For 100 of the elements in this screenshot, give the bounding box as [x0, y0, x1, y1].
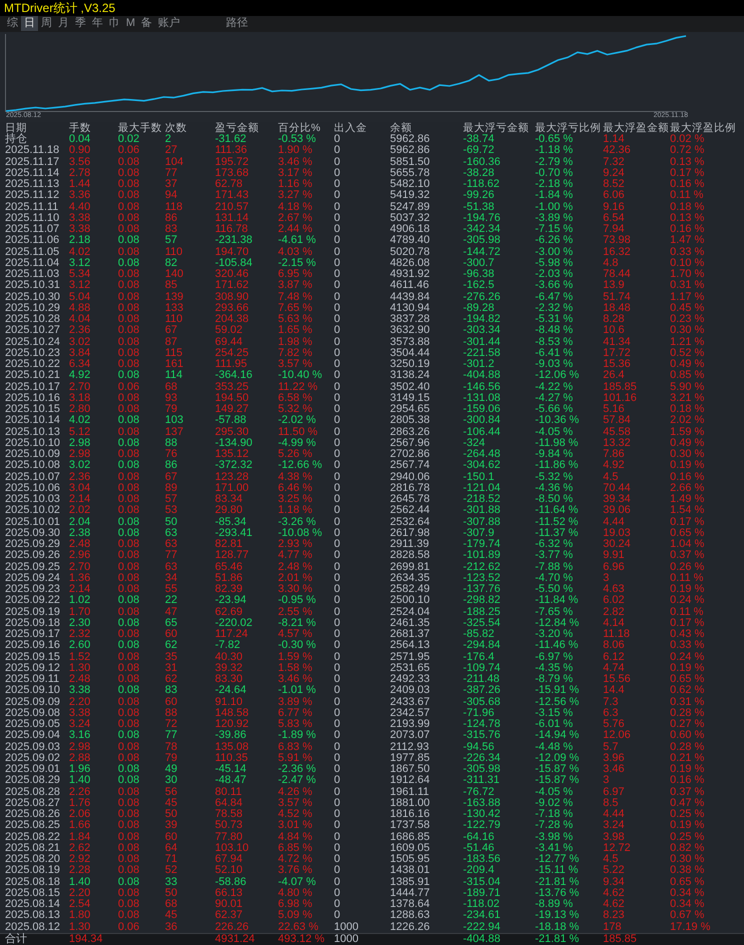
table-cell-text: 2025.09.15 [5, 652, 62, 663]
table-cell-text: 0.25 % [670, 832, 706, 843]
table-cell-text: 0 [334, 550, 342, 562]
tab[interactable]: 路径 [223, 16, 252, 32]
table-cell-text: 2025.08.12 [5, 922, 62, 933]
table-cell-text: 5.16 [603, 404, 626, 415]
table-cell-text: 6.54 [603, 212, 626, 224]
tab[interactable]: 账户 [155, 16, 184, 32]
table-cell-text: 0.13 % [670, 212, 706, 224]
table-cell-text: 2954.65 [390, 404, 431, 415]
table-cell-text: 2025.10.15 [5, 404, 62, 415]
table-cell-text: 79 [165, 752, 178, 764]
table-cell-text: 1385.91 [390, 876, 431, 888]
table-cell-text: 2.98 [69, 449, 92, 460]
table-cell-text: 0 [334, 449, 342, 460]
table-cell-text: 1686.85 [390, 832, 431, 843]
table-cell-text: 0.19 % [670, 764, 706, 775]
table-cell-text: 0.08 [118, 618, 140, 629]
table-cell-text: -3.15 % [535, 708, 574, 719]
table-cell-text: 2025.09.10 [5, 685, 62, 696]
table-cell-text: 3138.24 [390, 370, 431, 382]
table-cell-text: -163.88 [463, 798, 502, 809]
table-cell-text: 22 [165, 595, 178, 606]
table-cell-text: 226.26 [215, 922, 250, 933]
tab[interactable]: 周 [38, 16, 55, 32]
table-cell-text: 4.62 [603, 888, 626, 899]
table-cell-text: 0 [334, 539, 342, 550]
table-cell-text: 0.08 [118, 572, 140, 584]
table-cell-text: 12.72 [603, 842, 632, 854]
table-cell-text: -301.2 [463, 359, 496, 370]
table-cell-text: -325.54 [463, 618, 502, 629]
table-cell-text: -209.4 [463, 865, 496, 876]
table-cell-text: 31 [165, 662, 178, 674]
tab[interactable]: 备 [138, 16, 156, 32]
tab[interactable]: 综 [4, 16, 21, 32]
table-cell-text: -294.84 [463, 640, 502, 652]
table-cell-text: 71 [165, 854, 178, 865]
table-cell-text: 0.65 % [670, 876, 706, 888]
column-header: 最大手数 [118, 122, 163, 134]
table-cell-text: 2025.08.29 [5, 775, 62, 786]
table-cell-text: -194.82 [463, 314, 502, 325]
tab[interactable]: 年 [89, 16, 106, 32]
table-cell-text: 171.00 [215, 482, 250, 494]
table-cell-text: 0.67 % [670, 910, 706, 922]
table-cell-text: 493.12 % [278, 934, 326, 945]
table-cell-text: 1867.50 [390, 764, 431, 775]
table-cell-text: 194.34 [69, 934, 104, 945]
table-cell-text: 1.40 [69, 775, 92, 786]
table-cell-text: 2025.10.16 [5, 392, 62, 404]
table-cell-text: -12.09 % [535, 752, 580, 764]
table-cell-text: 0 [334, 269, 342, 280]
table-cell-text: 0.08 [118, 775, 140, 786]
table-cell-text: 2500.10 [390, 595, 431, 606]
table-cell-text: 94 [165, 190, 178, 202]
table-cell-text: 3.25 % [278, 494, 314, 505]
tab[interactable]: 月 [55, 16, 72, 32]
table-cell-text: -2.79 % [535, 156, 574, 168]
table-cell-text: 3502.40 [390, 382, 431, 393]
table-cell-text: 1912.64 [390, 775, 431, 786]
table-cell-text: 0.08 [118, 348, 140, 359]
table-cell-text: 11.50 % [278, 426, 319, 438]
table-cell-text: 4.88 [69, 302, 92, 314]
table-cell-text: 117.24 [215, 629, 249, 640]
table-cell-text: 39.32 [215, 662, 244, 674]
table-cell-text: -8.53 % [535, 336, 574, 348]
table-cell-text: 194.70 [215, 246, 250, 258]
table-cell-text: 1.16 % [278, 179, 314, 190]
tab[interactable]: 季 [72, 16, 89, 32]
table-cell-text: 5.32 % [278, 404, 314, 415]
tab[interactable]: 巾 [106, 16, 123, 32]
table-cell-text: 26.4 [603, 370, 626, 382]
table-cell-text: 2025.10.27 [5, 325, 62, 336]
table-cell-text: 29.80 [215, 505, 244, 516]
table-cell-text: 52.10 [215, 865, 244, 876]
table-cell-text: 0 [334, 516, 342, 528]
table-cell-text: -123.52 [463, 572, 502, 584]
table-cell-text: 8.06 [603, 640, 626, 652]
table-cell-text: 0.27 % [670, 719, 706, 730]
table-cell-text: 4.52 % [278, 809, 314, 820]
table-cell-text: 0 [334, 562, 342, 573]
table-cell-text: 3.38 [69, 212, 92, 224]
table-cell-text: 1.58 % [278, 662, 314, 674]
table-cell-text: -18.18 % [535, 922, 580, 933]
table-cell-text: 3.24 [603, 820, 626, 832]
table-cell-text: 2492.33 [390, 674, 431, 685]
tab[interactable]: M [123, 16, 138, 32]
table-cell-text: 18.48 [603, 302, 632, 314]
table-cell-text: 6.06 [603, 190, 626, 202]
table-cell-text: 2025.10.10 [5, 438, 62, 449]
table-cell-text: 148.58 [215, 708, 250, 719]
table-cell-text: 6.34 [69, 359, 92, 370]
table-cell-text: 0.08 [118, 224, 140, 235]
table-cell-text: 2.70 [69, 382, 92, 393]
table-cell-text: 2025.09.04 [5, 730, 62, 742]
table-cell-text: -226.34 [463, 752, 502, 764]
table-cell-text: 2025.11.06 [5, 235, 60, 246]
table-cell-text: 2025.11.14 [5, 168, 60, 179]
tab[interactable]: 日 [21, 16, 38, 32]
table-cell-text: 83 [165, 224, 178, 235]
table-cell-text: 2828.58 [390, 550, 431, 562]
